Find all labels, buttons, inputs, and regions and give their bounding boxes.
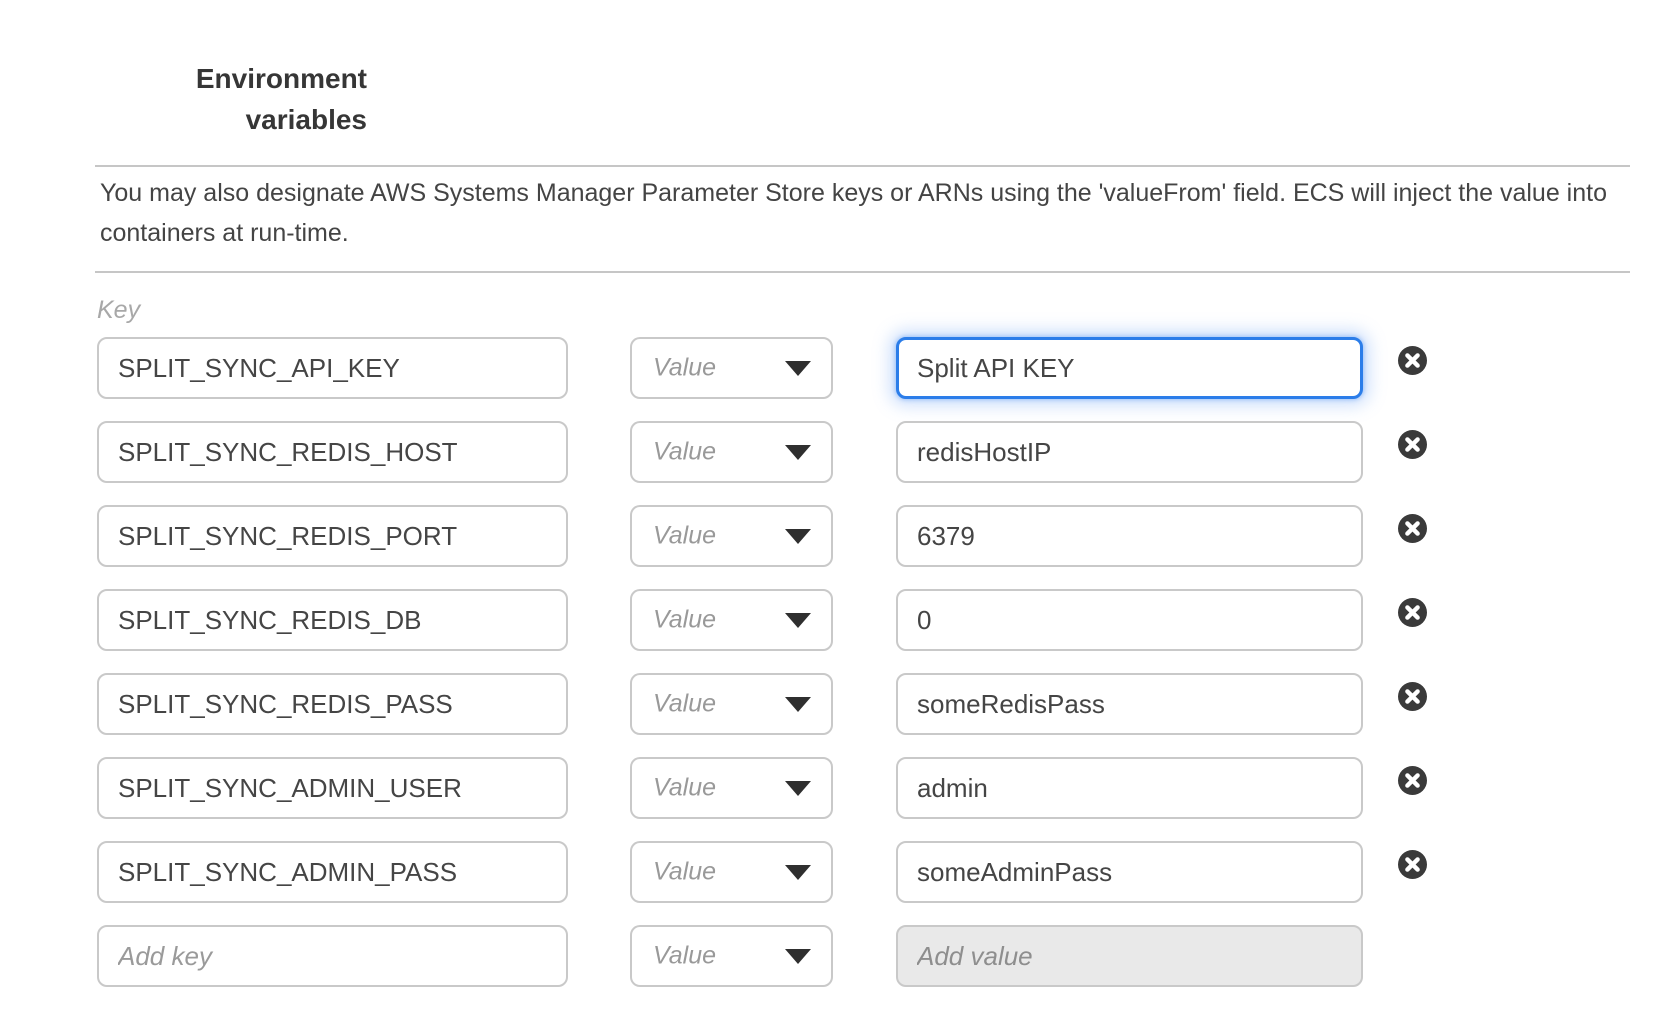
env-key-input[interactable] [97,673,568,735]
value-type-dropdown[interactable]: Value [630,925,833,987]
caret-down-icon [785,529,811,544]
caret-down-icon [785,613,811,628]
env-var-rows: Value Value Value [97,337,1457,1009]
value-type-label: Value [653,858,716,887]
value-type-label: Value [653,438,716,467]
env-key-input[interactable] [97,589,568,651]
caret-down-icon [785,865,811,880]
env-var-row: Value [97,505,1457,567]
env-value-input[interactable] [896,673,1363,735]
x-circle-icon [1398,682,1427,711]
env-value-input[interactable] [896,841,1363,903]
value-type-dropdown[interactable]: Value [630,421,833,483]
description-text: You may also designate AWS Systems Manag… [100,173,1645,253]
delete-row-button[interactable] [1398,682,1427,711]
value-type-dropdown[interactable]: Value [630,589,833,651]
delete-row-button[interactable] [1398,598,1427,627]
x-circle-icon [1398,598,1427,627]
caret-down-icon [785,697,811,712]
value-type-label: Value [653,774,716,803]
env-var-row: Value [97,925,1457,987]
env-var-row: Value [97,673,1457,735]
delete-row-button[interactable] [1398,766,1427,795]
delete-row-button[interactable] [1398,850,1427,879]
value-type-dropdown[interactable]: Value [630,757,833,819]
env-value-input[interactable] [896,337,1363,399]
environment-variables-section: Environment variables You may also desig… [0,0,1678,1018]
x-circle-icon [1398,514,1427,543]
delete-row-button[interactable] [1398,430,1427,459]
delete-row-button[interactable] [1398,346,1427,375]
env-var-row: Value [97,589,1457,651]
env-key-input[interactable] [97,421,568,483]
env-var-row: Value [97,337,1457,399]
delete-row-button[interactable] [1398,514,1427,543]
key-column-header: Key [97,290,140,330]
value-type-label: Value [653,690,716,719]
value-type-label: Value [653,606,716,635]
env-key-input[interactable] [97,841,568,903]
x-circle-icon [1398,346,1427,375]
env-value-input[interactable] [896,505,1363,567]
value-type-dropdown[interactable]: Value [630,505,833,567]
section-label: Environment variables [100,58,367,140]
divider [95,165,1630,167]
env-var-row: Value [97,757,1457,819]
x-circle-icon [1398,430,1427,459]
value-type-label: Value [653,522,716,551]
env-key-input[interactable] [97,505,568,567]
value-type-label: Value [653,942,716,971]
env-key-input[interactable] [97,337,568,399]
x-circle-icon [1398,766,1427,795]
env-value-input[interactable] [896,925,1363,987]
x-circle-icon [1398,850,1427,879]
env-value-input[interactable] [896,757,1363,819]
caret-down-icon [785,949,811,964]
value-type-dropdown[interactable]: Value [630,337,833,399]
env-value-input[interactable] [896,589,1363,651]
env-var-row: Value [97,841,1457,903]
value-type-dropdown[interactable]: Value [630,673,833,735]
caret-down-icon [785,781,811,796]
env-key-input[interactable] [97,925,568,987]
env-key-input[interactable] [97,757,568,819]
env-value-input[interactable] [896,421,1363,483]
caret-down-icon [785,445,811,460]
value-type-dropdown[interactable]: Value [630,841,833,903]
caret-down-icon [785,361,811,376]
value-type-label: Value [653,354,716,383]
divider [95,271,1630,273]
env-var-row: Value [97,421,1457,483]
